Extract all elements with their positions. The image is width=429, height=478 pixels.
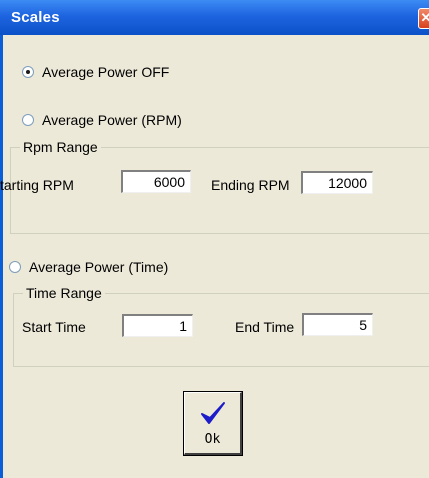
radio-average-power-rpm[interactable]: Average Power (RPM): [22, 112, 182, 128]
radio-indicator[interactable]: [9, 261, 21, 273]
starting-rpm-input[interactable]: 6000: [121, 170, 191, 193]
scales-dialog: Scales ✕ Average Power OFF Average Power…: [0, 0, 429, 478]
radio-indicator-selected[interactable]: [22, 66, 34, 78]
radio-label: Average Power (RPM): [42, 112, 182, 128]
radio-average-power-off[interactable]: Average Power OFF: [22, 64, 169, 80]
radio-label: Average Power (Time): [29, 259, 169, 275]
window-title: Scales: [11, 9, 60, 26]
rpm-range-legend: Rpm Range: [20, 139, 101, 155]
start-time-input[interactable]: 1: [122, 314, 193, 337]
checkmark-icon: [201, 402, 225, 424]
starting-rpm-label: tarting RPM: [0, 177, 74, 193]
ok-button[interactable]: Ok: [183, 391, 243, 456]
start-time-label: Start Time: [22, 319, 86, 335]
radio-average-power-time[interactable]: Average Power (Time): [9, 259, 168, 275]
ending-rpm-label: Ending RPM: [211, 177, 290, 193]
time-range-legend: Time Range: [23, 285, 105, 301]
close-button[interactable]: ✕: [418, 8, 429, 29]
close-icon: ✕: [420, 10, 429, 25]
ending-rpm-input[interactable]: 12000: [301, 171, 373, 194]
title-bar[interactable]: Scales ✕: [0, 0, 429, 35]
ok-label: Ok: [204, 432, 221, 447]
end-time-label: End Time: [235, 319, 295, 335]
radio-label: Average Power OFF: [42, 64, 170, 80]
radio-indicator[interactable]: [22, 114, 34, 126]
end-time-input[interactable]: 5: [302, 313, 373, 336]
